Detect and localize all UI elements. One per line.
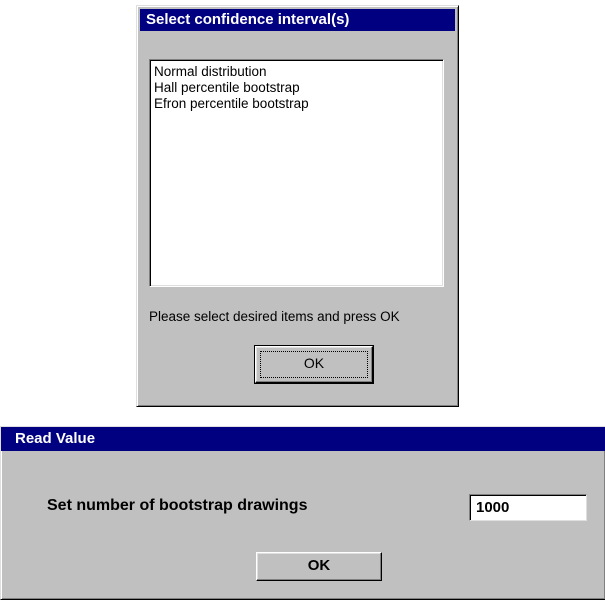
bootstrap-drawings-label: Set number of bootstrap drawings bbox=[47, 497, 308, 514]
read-value-ok-label: OK bbox=[307, 557, 331, 574]
ci-ok-button[interactable]: OK bbox=[254, 345, 374, 384]
confidence-interval-dialog: Select confidence interval(s) Normal dis… bbox=[136, 5, 459, 407]
list-item-normal[interactable]: Normal distribution bbox=[154, 64, 439, 80]
list-item-hall[interactable]: Hall percentile bootstrap bbox=[154, 80, 439, 96]
read-value-title: Read Value bbox=[1, 427, 605, 451]
ci-ok-label: OK bbox=[303, 355, 325, 371]
ci-dialog-title: Select confidence interval(s) bbox=[140, 9, 455, 31]
ci-prompt-text: Please select desired items and press OK bbox=[149, 309, 400, 324]
read-value-dialog: Read Value Set number of bootstrap drawi… bbox=[0, 426, 605, 600]
ci-listbox[interactable]: Normal distribution Hall percentile boot… bbox=[149, 59, 444, 287]
read-value-ok-button[interactable]: OK bbox=[256, 552, 382, 581]
list-item-efron[interactable]: Efron percentile bootstrap bbox=[154, 96, 439, 112]
bootstrap-drawings-input[interactable] bbox=[469, 494, 587, 521]
